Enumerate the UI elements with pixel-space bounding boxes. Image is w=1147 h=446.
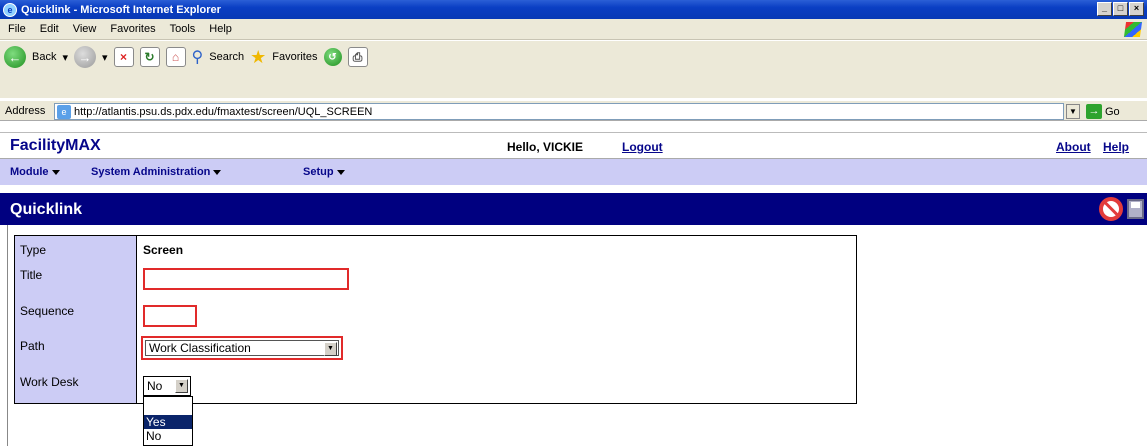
back-button-label[interactable]: Back xyxy=(32,51,56,63)
workdesk-dropdown-list: Yes No xyxy=(143,396,193,446)
page-header: Quicklink xyxy=(0,193,1147,225)
logout-link[interactable]: Logout xyxy=(622,140,663,154)
title-label: Title xyxy=(20,268,43,282)
window-titlebar: e Quicklink - Microsoft Internet Explore… xyxy=(0,0,1147,19)
workdesk-option-yes[interactable]: Yes xyxy=(144,415,192,429)
workdesk-select[interactable]: No ▼ xyxy=(143,376,191,396)
nav-system-administration-label: System Administration xyxy=(91,166,211,178)
close-button[interactable]: × xyxy=(1129,2,1144,16)
browser-toolbar: ← Back ▾ → ▾ × ↻ ⌂ ⚲ Search ★ Favorites … xyxy=(0,41,1147,98)
nav-system-administration[interactable]: System Administration xyxy=(91,166,222,178)
save-disk-icon[interactable] xyxy=(1127,199,1144,219)
address-label: Address xyxy=(5,105,46,117)
forward-dropdown-icon[interactable]: ▾ xyxy=(102,51,108,64)
path-select[interactable]: Work Classification ▼ xyxy=(141,336,343,360)
workdesk-option-no[interactable]: No xyxy=(144,429,192,443)
workdesk-label: Work Desk xyxy=(20,375,79,389)
left-frame-edge xyxy=(0,225,8,446)
app-header: FacilityMAX Hello, VICKIE Logout About H… xyxy=(0,132,1147,158)
address-bar: Address e http://atlantis.psu.ds.pdx.edu… xyxy=(0,100,1147,121)
home-icon[interactable]: ⌂ xyxy=(165,47,186,67)
menu-edit[interactable]: Edit xyxy=(40,23,59,35)
nav-module[interactable]: Module xyxy=(10,166,60,178)
page-icon: e xyxy=(57,104,71,119)
history-icon[interactable]: ↺ xyxy=(323,48,342,66)
chevron-down-icon[interactable]: ▼ xyxy=(324,342,337,356)
stop-icon[interactable]: × xyxy=(113,47,134,67)
chevron-down-icon xyxy=(213,169,222,175)
window-title: Quicklink - Microsoft Internet Explorer xyxy=(21,3,221,16)
search-button-label[interactable]: Search xyxy=(209,51,244,63)
nav-setup-label: Setup xyxy=(303,166,334,178)
go-label: Go xyxy=(1105,105,1120,118)
menu-help[interactable]: Help xyxy=(209,23,232,35)
sequence-label: Sequence xyxy=(20,304,75,318)
type-label: Type xyxy=(20,243,47,257)
greeting: Hello, VICKIE xyxy=(507,140,584,154)
menu-favorites[interactable]: Favorites xyxy=(110,23,155,35)
label-column: Type Title Sequence Path Work Desk xyxy=(15,236,137,403)
path-select-value: Work Classification xyxy=(149,341,251,355)
app-nav: Module System Administration Setup xyxy=(0,158,1147,185)
windows-logo-icon xyxy=(1123,22,1143,37)
search-icon[interactable]: ⚲ xyxy=(192,47,204,67)
cancel-icon[interactable] xyxy=(1099,197,1123,221)
workdesk-select-value: No xyxy=(147,379,163,393)
address-dropdown-icon[interactable]: ▼ xyxy=(1066,104,1080,119)
favorites-star-icon[interactable]: ★ xyxy=(250,47,266,68)
forward-arrow-icon[interactable]: → xyxy=(74,46,96,68)
path-label: Path xyxy=(20,339,45,353)
nav-setup[interactable]: Setup xyxy=(303,166,345,178)
menu-view[interactable]: View xyxy=(73,23,97,35)
ie-logo-icon: e xyxy=(3,2,17,17)
quicklink-form: Type Title Sequence Path Work Desk Scree… xyxy=(14,235,857,404)
address-input[interactable]: e http://atlantis.psu.ds.pdx.edu/fmaxtes… xyxy=(54,103,1064,120)
chevron-down-icon[interactable]: ▼ xyxy=(175,379,188,393)
page-title: Quicklink xyxy=(10,201,83,218)
menu-tools[interactable]: Tools xyxy=(170,23,196,35)
menu-file[interactable]: File xyxy=(8,23,26,35)
window-controls: _ □ × xyxy=(1097,2,1144,16)
chevron-down-icon xyxy=(336,169,345,175)
type-value: Screen xyxy=(143,243,184,257)
refresh-icon[interactable]: ↻ xyxy=(139,47,160,67)
about-link[interactable]: About xyxy=(1056,140,1091,154)
nav-module-label: Module xyxy=(10,166,49,178)
help-link[interactable]: Help xyxy=(1103,140,1129,154)
back-arrow-icon[interactable]: ← xyxy=(4,46,26,68)
go-arrow-icon: → xyxy=(1086,104,1102,119)
maximize-button[interactable]: □ xyxy=(1113,2,1128,16)
minimize-button[interactable]: _ xyxy=(1097,2,1112,16)
brand-logo: FacilityMAX xyxy=(10,137,101,154)
title-input[interactable] xyxy=(143,268,349,290)
print-icon[interactable]: ⎙ xyxy=(347,47,368,67)
go-button[interactable]: → Go xyxy=(1086,104,1120,119)
chevron-down-icon xyxy=(51,169,60,175)
favorites-button-label[interactable]: Favorites xyxy=(272,51,317,63)
menu-bar: File Edit View Favorites Tools Help xyxy=(0,19,1147,40)
address-url: http://atlantis.psu.ds.pdx.edu/fmaxtest/… xyxy=(74,105,373,118)
back-dropdown-icon[interactable]: ▾ xyxy=(62,51,68,64)
sequence-input[interactable] xyxy=(143,305,197,327)
